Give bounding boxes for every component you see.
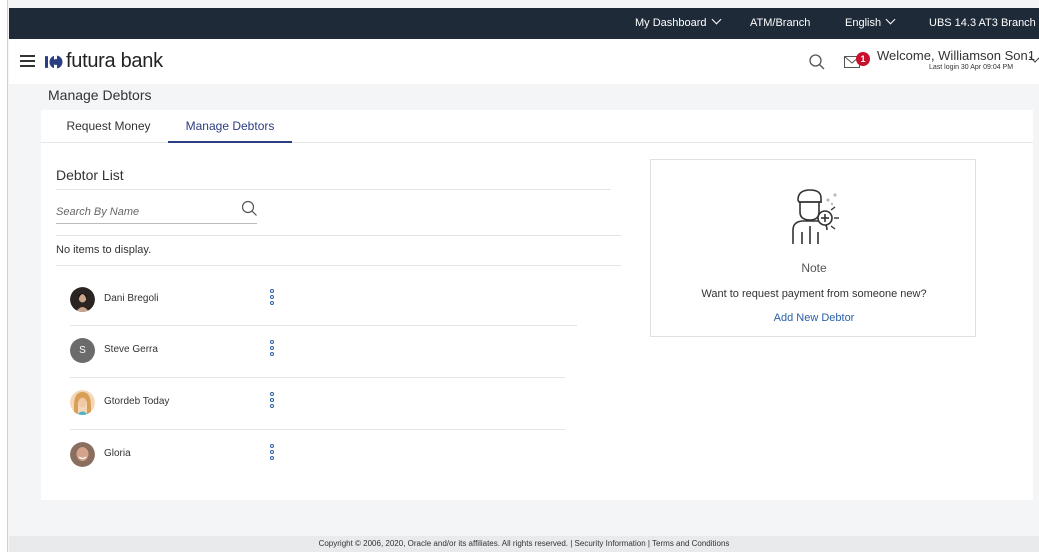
debtor-row[interactable]: S Steve Gerra [41, 325, 571, 377]
more-options-icon[interactable] [269, 444, 275, 464]
debtor-avatar [70, 442, 95, 467]
my-dashboard-menu[interactable]: My Dashboard [635, 8, 721, 39]
search-icon[interactable] [808, 53, 826, 71]
bank-logo-icon [45, 53, 63, 71]
main-content: Debtor List No items to display. Dani Br… [41, 143, 1033, 500]
top-utility-bar: My Dashboard ATM/Branch English UBS 14.3… [9, 8, 1039, 39]
search-by-name-input[interactable] [56, 200, 257, 224]
chevron-down-icon [885, 14, 896, 25]
tab-manage-debtors[interactable]: Manage Debtors [168, 110, 292, 143]
footer-copyright: Copyright © 2006, 2020, Oracle and/or it… [318, 539, 730, 548]
page-title: Manage Debtors [48, 87, 152, 103]
divider [56, 235, 621, 236]
tab-request-money[interactable]: Request Money [56, 110, 161, 143]
debtor-avatar [70, 287, 95, 312]
more-options-icon[interactable] [269, 340, 275, 360]
divider [56, 189, 611, 190]
branch-selector[interactable]: UBS 14.3 AT3 Branch [929, 8, 1039, 39]
more-options-icon[interactable] [269, 289, 275, 309]
main-header: futura bank 1 Welcome, Williamson Son1 L… [9, 39, 1039, 84]
welcome-user[interactable]: Welcome, Williamson Son1 [877, 48, 1035, 63]
notification-badge[interactable]: 1 [856, 52, 870, 66]
more-options-icon[interactable] [269, 392, 275, 412]
debtor-avatar: S [70, 338, 95, 363]
add-new-debtor-link[interactable]: Add New Debtor [651, 312, 977, 324]
debtor-list-title: Debtor List [56, 167, 124, 183]
debtor-row[interactable]: Gloria [41, 429, 571, 481]
add-debtor-illustration-icon [792, 189, 839, 244]
last-login-info: Last login 30 Apr 09:04 PM [929, 64, 1014, 71]
debtor-row[interactable]: Gtordeb Today [41, 377, 571, 429]
atm-branch-label: ATM/Branch [750, 17, 811, 29]
tab-bar: Request Money Manage Debtors [41, 110, 1033, 143]
brand-name[interactable]: futura bank [66, 50, 163, 73]
debtor-avatar [70, 390, 95, 415]
divider [56, 265, 621, 266]
app-page: My Dashboard ATM/Branch English UBS 14.3… [9, 0, 1039, 552]
language-selector[interactable]: English [845, 8, 896, 39]
note-description: Want to request payment from someone new… [701, 288, 927, 300]
my-dashboard-label: My Dashboard [635, 17, 707, 29]
debtor-row[interactable]: Dani Bregoli [41, 273, 571, 325]
footer: Copyright © 2006, 2020, Oracle and/or it… [9, 536, 1039, 552]
window-edge [0, 0, 8, 552]
note-card: Note Want to request payment from someon… [650, 159, 976, 337]
branch-label: UBS 14.3 AT3 Branch [929, 17, 1036, 29]
debtor-name: Dani Bregoli [104, 293, 159, 304]
chevron-down-icon [711, 14, 721, 25]
atm-branch-link[interactable]: ATM/Branch [750, 8, 810, 39]
search-icon[interactable] [241, 200, 258, 217]
debtor-name: Steve Gerra [104, 344, 158, 355]
debtor-name: Gloria [104, 448, 131, 459]
empty-list-message: No items to display. [56, 244, 152, 256]
debtor-name: Gtordeb Today [104, 396, 170, 407]
hamburger-menu-icon[interactable] [20, 55, 35, 68]
note-title: Note [801, 261, 827, 275]
language-label: English [845, 17, 882, 29]
